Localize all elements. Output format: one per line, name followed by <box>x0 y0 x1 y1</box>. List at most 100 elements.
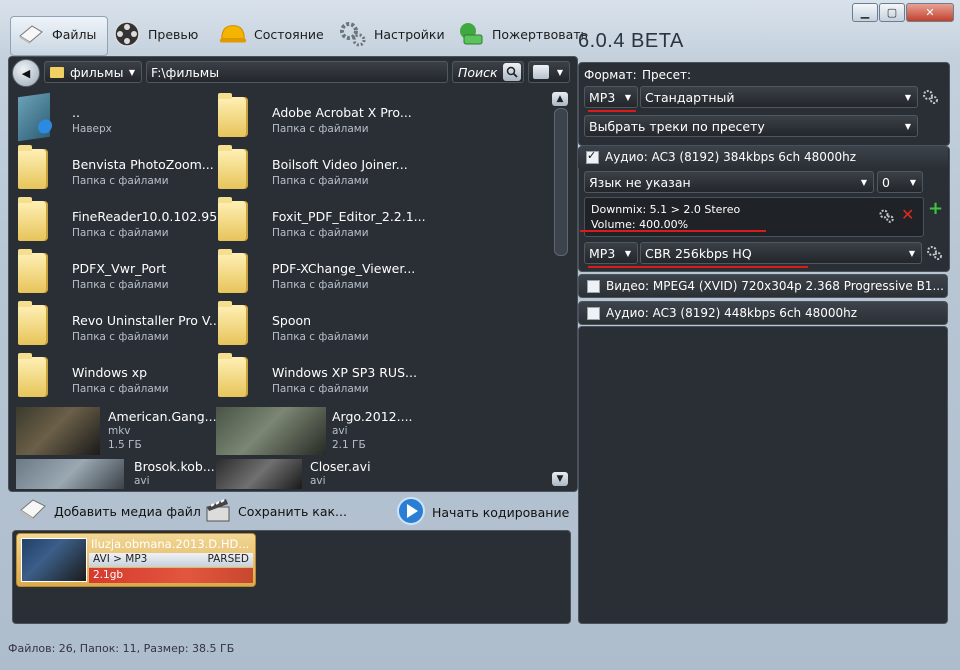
audio-track-2-header[interactable]: Аудио: AC3 (8192) 448kbps 6ch 48000hz <box>578 301 948 325</box>
add-media-label: Добавить медиа файл <box>54 504 201 519</box>
folder-icon <box>218 197 248 241</box>
video-ext: avi <box>134 475 150 487</box>
close-button[interactable]: ✕ <box>906 3 954 22</box>
bitrate-dropdown[interactable]: CBR 256kbps HQ ▼ <box>640 242 922 264</box>
file-name: Benvista PhotoZoom... <box>72 157 214 172</box>
add-media-button[interactable]: Добавить медиа файл <box>18 496 201 527</box>
file-item[interactable]: PDF-XChange_Viewer... Папка с файлами <box>212 249 416 299</box>
view-mode-dropdown[interactable]: ▼ <box>528 61 570 83</box>
file-item[interactable]: Boilsoft Video Joiner... Папка с файлами <box>212 145 412 195</box>
filter-settings-icon[interactable] <box>879 208 895 227</box>
folder-icon <box>218 145 248 189</box>
file-item[interactable]: Spoon Папка с файлами <box>212 301 412 351</box>
audio-track-2-checkbox[interactable] <box>587 306 600 320</box>
audio-track-checkbox[interactable] <box>586 149 599 164</box>
save-as-button[interactable]: Сохранить как... <box>204 496 347 527</box>
highlight-underline <box>580 230 766 232</box>
codec-settings-icon[interactable] <box>926 244 944 265</box>
search-button-label: Поиск <box>458 64 498 80</box>
donate-tab[interactable]: Пожертвовать <box>456 14 588 54</box>
file-type: Наверх <box>72 123 112 135</box>
folder-icon <box>18 353 48 397</box>
start-encoding-label: Начать кодирование <box>432 505 570 520</box>
scrollbar-thumb[interactable] <box>554 108 568 256</box>
file-item[interactable]: Windows XP SP3 RUS... Папка с файлами <box>212 353 417 403</box>
file-item[interactable]: Benvista PhotoZoom... Папка с файлами <box>12 145 214 195</box>
file-type: Папка с файлами <box>72 383 169 395</box>
queue-item-size-bar: 2.1gb <box>89 568 253 583</box>
status-tab[interactable]: Состояние <box>218 14 324 54</box>
select-tracks-label: Выбрать треки по пресету <box>589 118 765 134</box>
remove-filter-icon[interactable]: ✕ <box>901 205 914 224</box>
queue-item-progress: AVI > MP3 PARSED <box>89 553 253 567</box>
video-ext: mkv <box>108 425 131 437</box>
start-encoding-button[interactable]: Начать кодирование <box>396 496 569 529</box>
version-label: 6.0.4 BETA <box>578 30 684 52</box>
add-filter-icon[interactable]: + <box>928 198 943 219</box>
file-name: FineReader10.0.102.95... <box>72 209 230 224</box>
downmix-text: Downmix: 5.1 > 2.0 Stereo <box>591 203 741 216</box>
scroll-up-button[interactable]: ▲ <box>552 92 568 106</box>
search-icon <box>503 63 521 81</box>
chevron-down-icon: ▼ <box>904 121 911 131</box>
minimize-button[interactable]: ▁ <box>852 3 878 22</box>
scroll-down-button[interactable]: ▼ <box>552 472 568 486</box>
format-label: Формат: <box>584 68 637 82</box>
files-tab[interactable]: Файлы <box>16 14 96 54</box>
file-name: Revo Uninstaller Pro V... <box>72 313 221 328</box>
chevron-up-icon: ▲ <box>556 94 564 104</box>
audio-track-header[interactable]: Аудио: AC3 (8192) 384kbps 6ch 48000hz <box>578 146 948 168</box>
video-item[interactable]: Closer.avi avi <box>212 453 412 489</box>
video-track-header[interactable]: Видео: MPEG4 (XVID) 720x304p 2.368 Progr… <box>578 274 948 298</box>
path-input[interactable]: F:\фильмы <box>146 61 448 83</box>
video-name: Argo.2012.... <box>332 409 413 424</box>
format-dropdown[interactable]: MP3 ▼ <box>584 86 638 108</box>
file-item[interactable]: FineReader10.0.102.95... Папка с файлами <box>12 197 229 247</box>
queue-item[interactable]: Iluzja.obmana.2013.D.HD... AVI > MP3 PAR… <box>16 533 256 587</box>
preview-tab[interactable]: Превью <box>112 14 198 54</box>
file-grid: .. Наверх Adobe Acrobat X Pro... Папка с… <box>12 89 572 489</box>
track-number-dropdown[interactable]: 0 ▼ <box>877 171 923 193</box>
file-type: Папка с файлами <box>272 279 369 291</box>
file-item-up[interactable]: .. Наверх <box>12 92 212 143</box>
path-input-value: F:\фильмы <box>151 64 220 80</box>
file-item[interactable]: Foxit_PDF_Editor_2.2.1... Папка с файлам… <box>212 197 426 247</box>
maximize-button[interactable]: ▢ <box>879 3 905 22</box>
folder-icon <box>218 301 248 345</box>
folder-icon <box>218 93 248 137</box>
file-item[interactable]: Windows xp Папка с файлами <box>12 353 212 403</box>
language-dropdown[interactable]: Язык не указан ▼ <box>584 171 874 193</box>
file-name: PDF-XChange_Viewer... <box>272 261 416 276</box>
file-item[interactable]: Revo Uninstaller Pro V... Папка с файлам… <box>12 301 221 351</box>
play-icon <box>396 496 426 529</box>
preset-settings-icon[interactable] <box>922 88 940 109</box>
file-name: Adobe Acrobat X Pro... <box>272 105 412 120</box>
video-track-checkbox[interactable] <box>587 279 600 293</box>
video-item[interactable]: American.Gang... mkv 1.5 ГБ <box>12 401 217 455</box>
audio-codec-dropdown[interactable]: MP3 ▼ <box>584 242 638 264</box>
highlight-underline <box>588 266 808 268</box>
queue-item-state: PARSED <box>207 553 249 565</box>
chevron-down-icon: ▼ <box>556 474 564 484</box>
search-button[interactable]: Поиск <box>452 61 524 83</box>
preset-dropdown[interactable]: Стандартный ▼ <box>640 86 918 108</box>
arrow-left-icon: ◀ <box>21 66 31 80</box>
film-reel-icon <box>112 19 142 49</box>
clapperboard-icon <box>204 496 232 527</box>
video-track-title: Видео: MPEG4 (XVID) 720x304p 2.368 Progr… <box>606 279 944 293</box>
file-item[interactable]: Adobe Acrobat X Pro... Папка с файлами <box>212 93 412 143</box>
preview-tab-label: Превью <box>148 26 199 42</box>
donate-tab-label: Пожертвовать <box>492 26 588 42</box>
video-item[interactable]: Brosok.kob... avi <box>12 453 215 489</box>
video-item[interactable]: Argo.2012.... avi 2.1 ГБ <box>212 401 413 455</box>
folder-icon <box>218 353 248 397</box>
settings-tab[interactable]: Настройки <box>338 14 445 54</box>
file-name: Windows xp <box>72 365 148 380</box>
select-tracks-dropdown[interactable]: Выбрать треки по пресету ▼ <box>584 115 918 137</box>
file-item[interactable]: PDFX_Vwr_Port Папка с файлами <box>12 249 212 299</box>
preset-label: Пресет: <box>642 68 692 82</box>
file-type: Папка с файлами <box>72 227 169 239</box>
back-button[interactable]: ◀ <box>12 59 40 87</box>
file-name: Spoon <box>272 313 312 328</box>
folder-dropdown[interactable]: фильмы ▼ <box>44 61 142 83</box>
